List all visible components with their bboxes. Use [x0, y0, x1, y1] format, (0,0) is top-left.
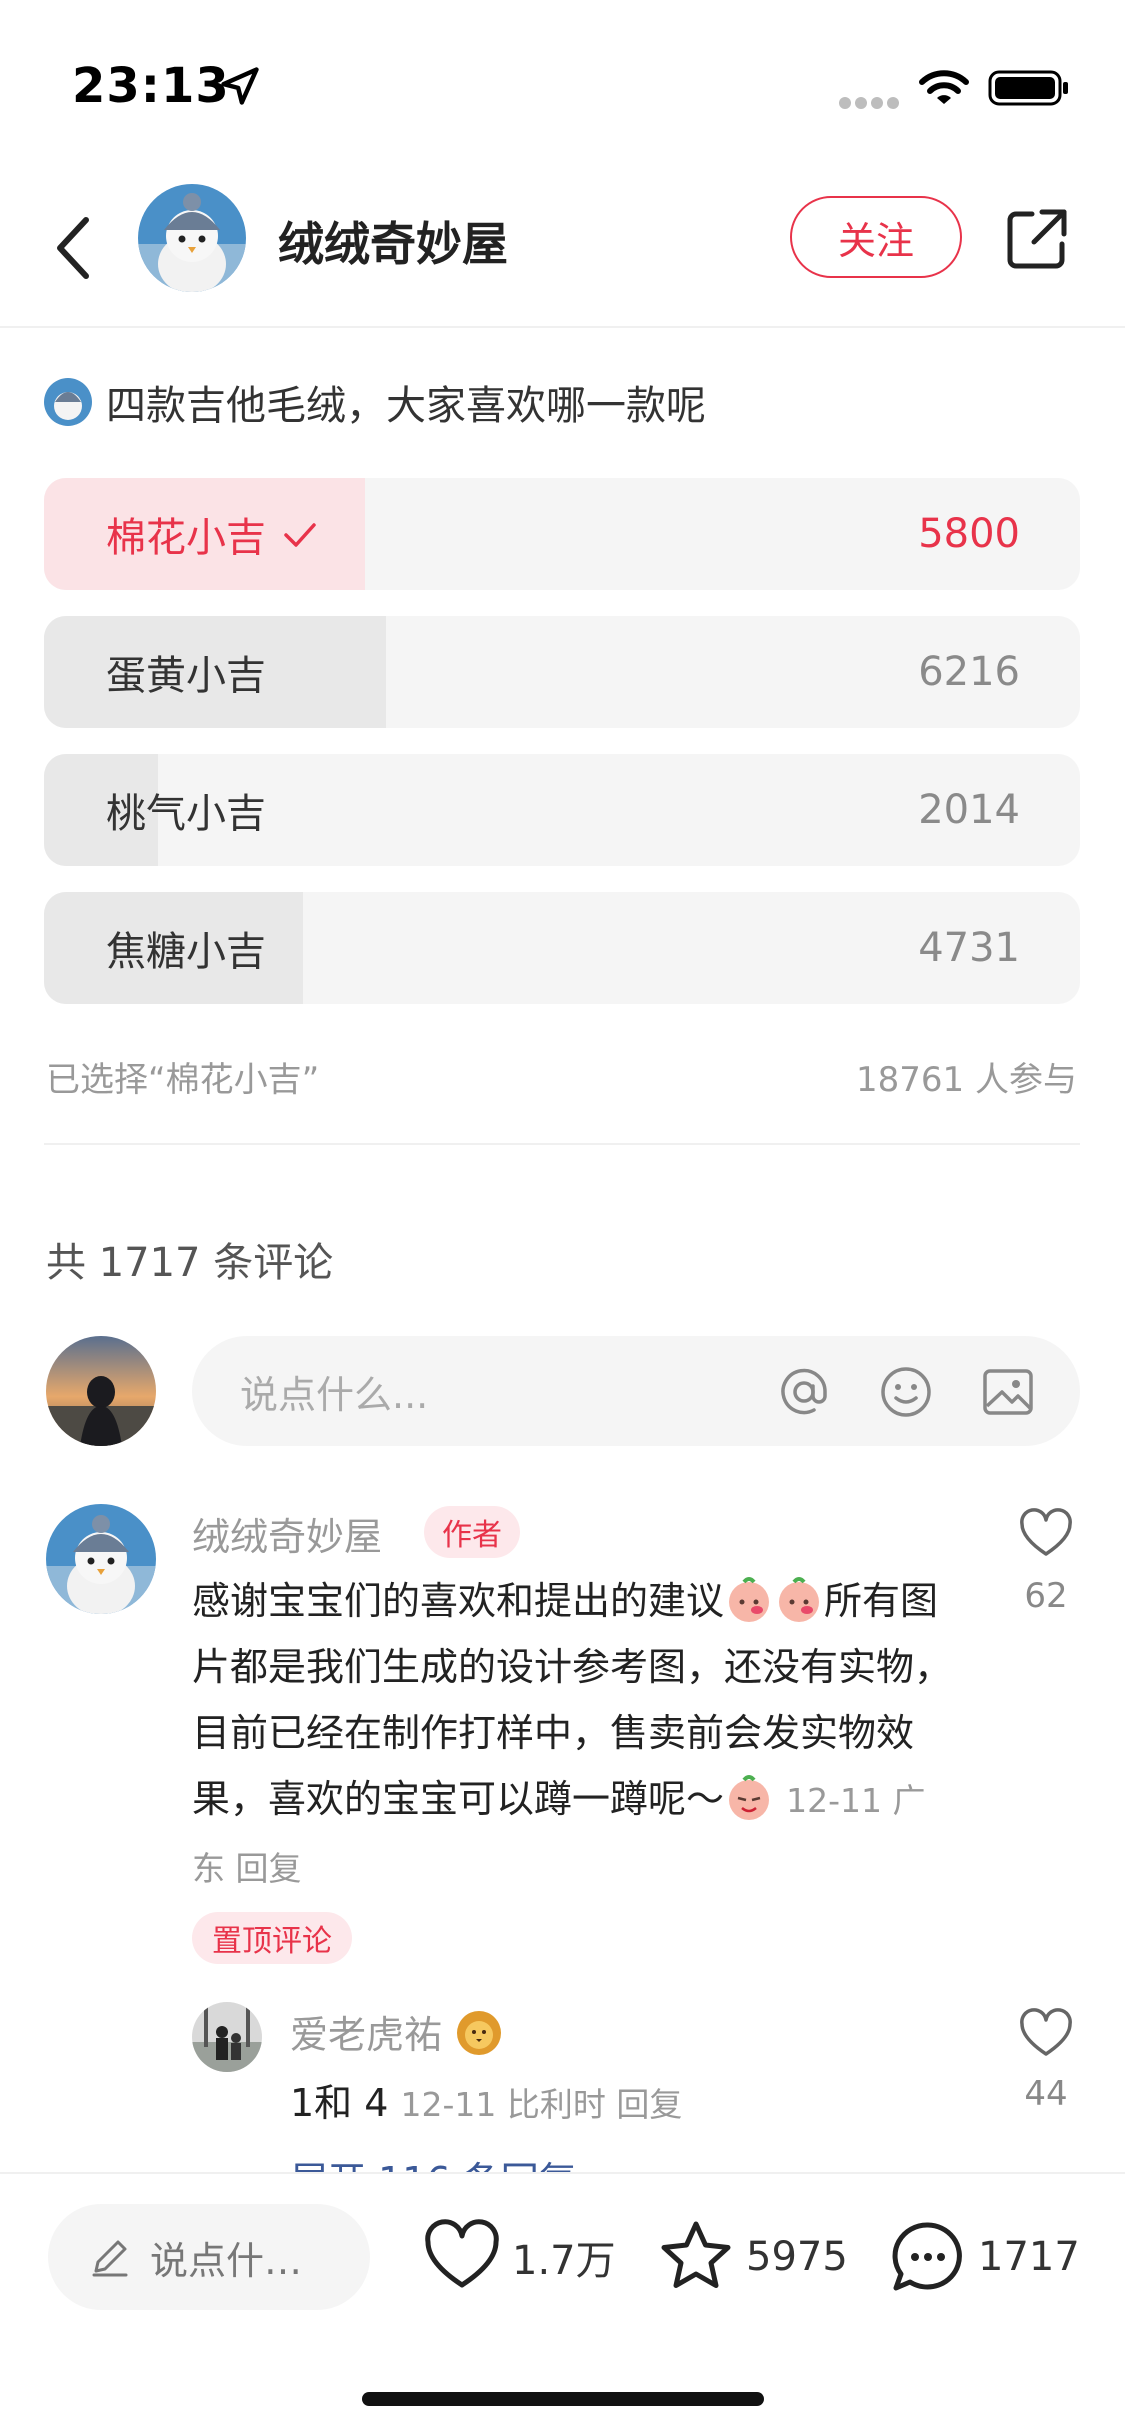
my-avatar [46, 1336, 156, 1446]
poll-option-count: 4731 [918, 925, 1020, 971]
star-icon [661, 2221, 731, 2288]
poll-selected-text: 已选择“棉花小吉” [46, 1060, 320, 1100]
wifi-icon [919, 70, 969, 104]
reply-like-count: 44 [1024, 2074, 1068, 2114]
comment-count: 1717 [978, 2234, 1080, 2280]
pencil-icon [92, 2240, 128, 2277]
favorite-count: 5975 [746, 2234, 848, 2280]
like-button[interactable]: 1.7万 [422, 2204, 616, 2310]
comment-text-part: 感谢宝宝们的喜欢和提出的建议 [192, 1579, 725, 1623]
reply-text: 1和 4 12-11 比利时 回复 [290, 2072, 682, 2127]
commenter-name[interactable]: 绒绒奇妙屋 [192, 1506, 382, 1561]
divider [44, 1143, 1080, 1145]
reply-meta: 12-11 比利时 回复 [400, 2085, 683, 2124]
comment-like-count: 62 [1024, 1576, 1068, 1616]
comment-bubble-icon [892, 2222, 962, 2291]
peach-face-emoji [779, 1577, 820, 1622]
reply-avatar[interactable] [192, 2002, 262, 2072]
poll-option-label: 棉花小吉 [106, 515, 266, 561]
poll-option[interactable]: 蛋黄小吉 6216 [44, 616, 1080, 728]
share-icon[interactable] [1004, 206, 1070, 272]
poll-option-label: 焦糖小吉 [106, 929, 266, 975]
home-indicator [362, 2392, 764, 2406]
like-count: 1.7万 [512, 2238, 616, 2284]
author-badge: 作者 [424, 1506, 520, 1558]
lion-emoji [457, 2011, 502, 2055]
location-arrow-icon [221, 67, 259, 105]
favorite-button[interactable]: 5975 [656, 2204, 848, 2310]
comment-button[interactable]: 1717 [888, 2204, 1080, 2310]
peach-face-emoji [729, 1577, 770, 1622]
poll-option[interactable]: 棉花小吉 5800 [44, 478, 1080, 590]
comment-input-placeholder: 说点什么... [240, 1372, 429, 1417]
heart-icon[interactable] [1018, 1506, 1074, 1562]
poll-option-label: 桃气小吉 [106, 791, 266, 837]
pinned-comment-badge: 置顶评论 [192, 1912, 352, 1964]
comment-input[interactable]: 说点什么... [192, 1336, 1080, 1446]
poll-title: 四款吉他毛绒，大家喜欢哪一款呢 [106, 383, 706, 429]
commenter-avatar[interactable] [46, 1504, 156, 1614]
heart-icon[interactable] [1018, 2006, 1074, 2062]
bottom-comment-input[interactable]: 说点什… [48, 2204, 370, 2310]
poll-option[interactable]: 焦糖小吉 4731 [44, 892, 1080, 1004]
comment-text: 感谢宝宝们的喜欢和提出的建议 所有图片都是我们生成的设计参考图，还没有实物，目前已… [192, 1568, 952, 1902]
battery-icon [988, 70, 1068, 106]
poll-title-row: 四款吉他毛绒，大家喜欢哪一款呢 [44, 372, 706, 432]
poll-option-count: 6216 [918, 649, 1020, 695]
poll-option-count: 2014 [918, 787, 1020, 833]
reply-name[interactable]: 爱老虎祐 [290, 2004, 504, 2059]
author-avatar[interactable] [138, 184, 246, 292]
poll-option-label: 蛋黄小吉 [106, 653, 266, 699]
author-name[interactable]: 绒绒奇妙屋 [278, 208, 508, 274]
status-bar: 23:13 [0, 0, 1125, 170]
bottom-input-label: 说点什… [150, 2238, 303, 2283]
poll-option[interactable]: 桃气小吉 2014 [44, 754, 1080, 866]
note-header: 绒绒奇妙屋 关注 [0, 170, 1125, 328]
poll-participants: 18761 人参与 [856, 1060, 1077, 1100]
mention-icon[interactable] [776, 1364, 832, 1420]
poll-option-count: 5800 [918, 511, 1020, 557]
check-icon [284, 523, 316, 547]
poll-author-avatar [44, 378, 92, 426]
reply-body: 1和 4 [290, 2081, 389, 2125]
reply-name-text: 爱老虎祐 [290, 2013, 443, 2057]
peach-shy-emoji [729, 1775, 770, 1820]
emoji-icon[interactable] [878, 1364, 934, 1420]
expand-replies-link[interactable]: 展开 116 条回复 [290, 2150, 577, 2174]
status-time: 23:13 [72, 58, 230, 114]
comment-total: 共 1717 条评论 [46, 1240, 334, 1286]
image-icon[interactable] [980, 1364, 1036, 1420]
back-icon[interactable] [50, 208, 96, 288]
signal-dots-icon [839, 97, 899, 109]
follow-button[interactable]: 关注 [790, 196, 962, 278]
heart-icon [425, 2219, 499, 2288]
